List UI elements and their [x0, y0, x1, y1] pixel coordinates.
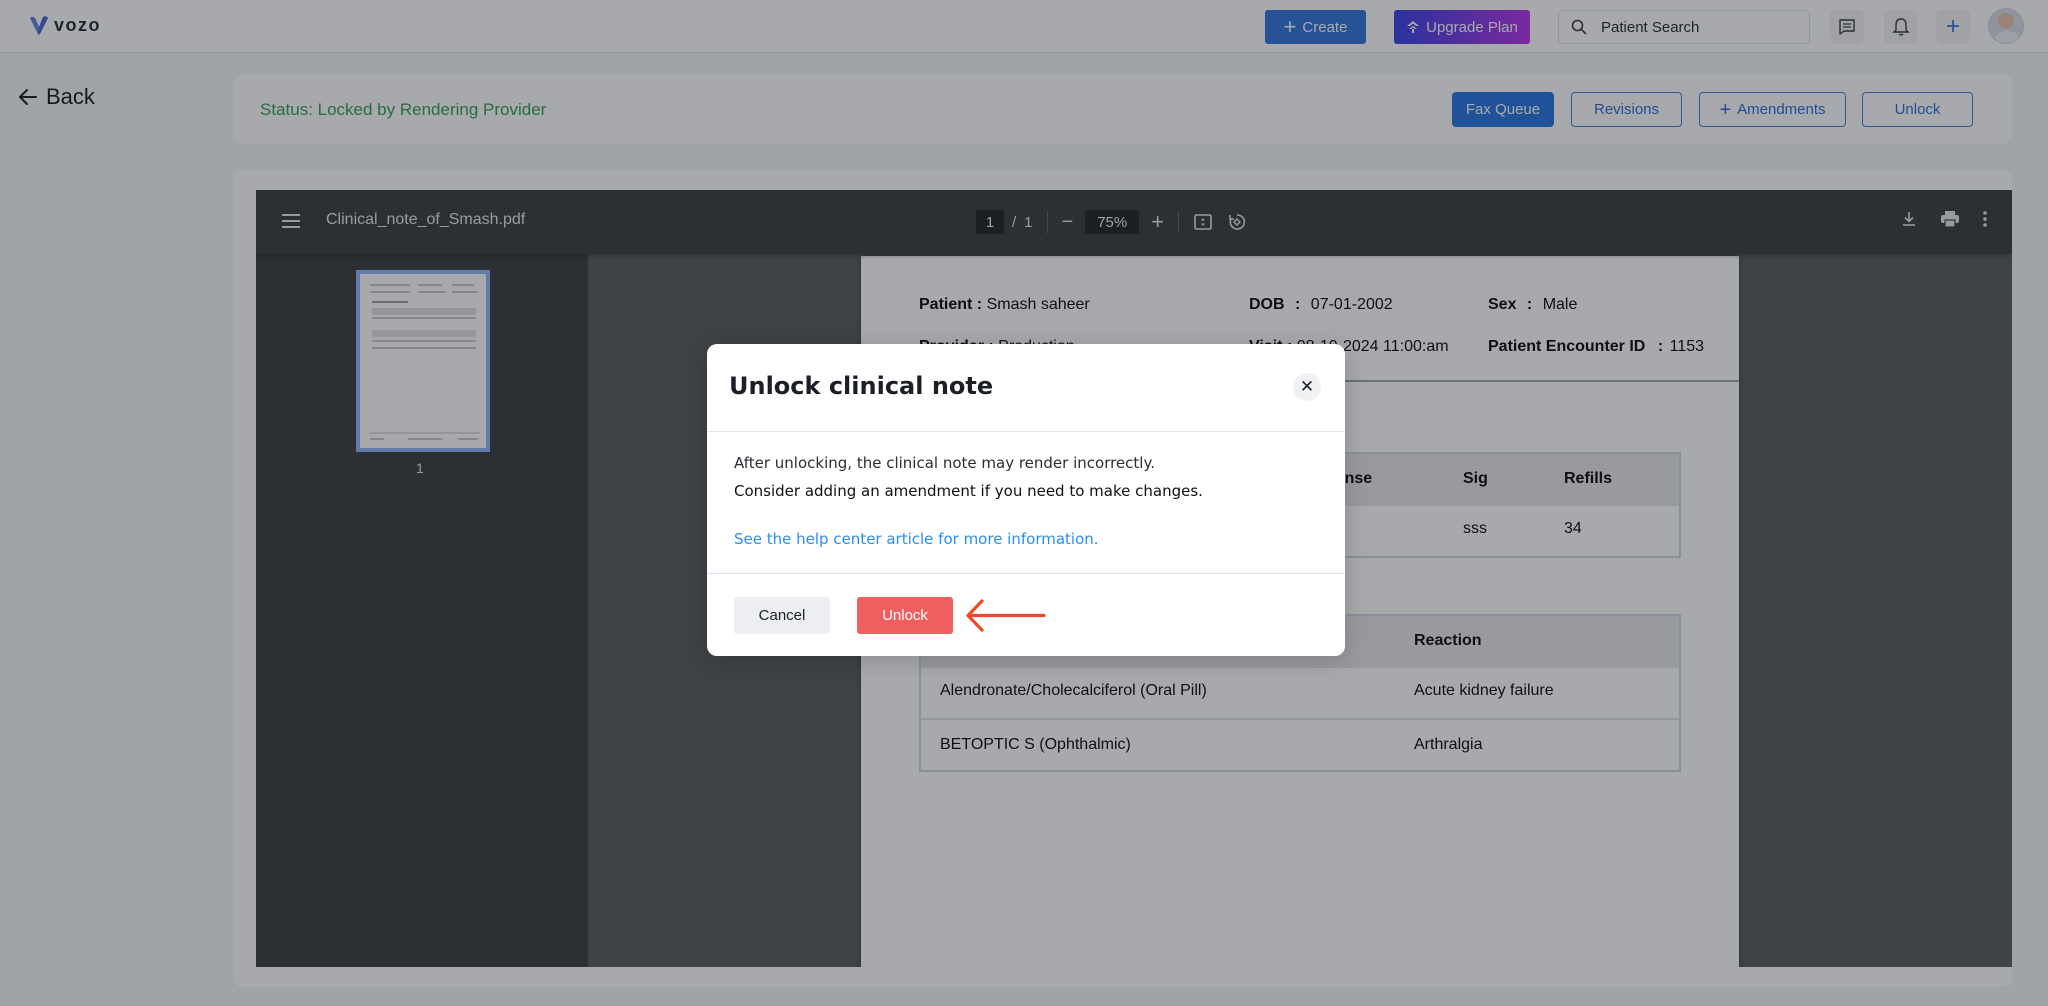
divider: [707, 431, 1345, 432]
close-icon: ✕: [1299, 377, 1315, 397]
dialog-title: Unlock clinical note: [729, 372, 994, 400]
dialog-message-emphasis: Consider adding an amendment if you need…: [734, 482, 1203, 500]
close-button[interactable]: ✕: [1293, 373, 1321, 401]
divider: [707, 573, 1345, 574]
cancel-button[interactable]: Cancel: [734, 597, 830, 634]
help-center-link[interactable]: See the help center article for more inf…: [734, 530, 1099, 548]
confirm-unlock-label: Unlock: [882, 607, 928, 624]
confirm-unlock-button[interactable]: Unlock: [857, 597, 953, 634]
unlock-dialog: Unlock clinical note ✕ After unlocking, …: [707, 344, 1345, 656]
dialog-message: After unlocking, the clinical note may r…: [734, 454, 1155, 472]
cancel-label: Cancel: [758, 607, 806, 624]
annotation-arrow-icon: [966, 599, 1046, 632]
